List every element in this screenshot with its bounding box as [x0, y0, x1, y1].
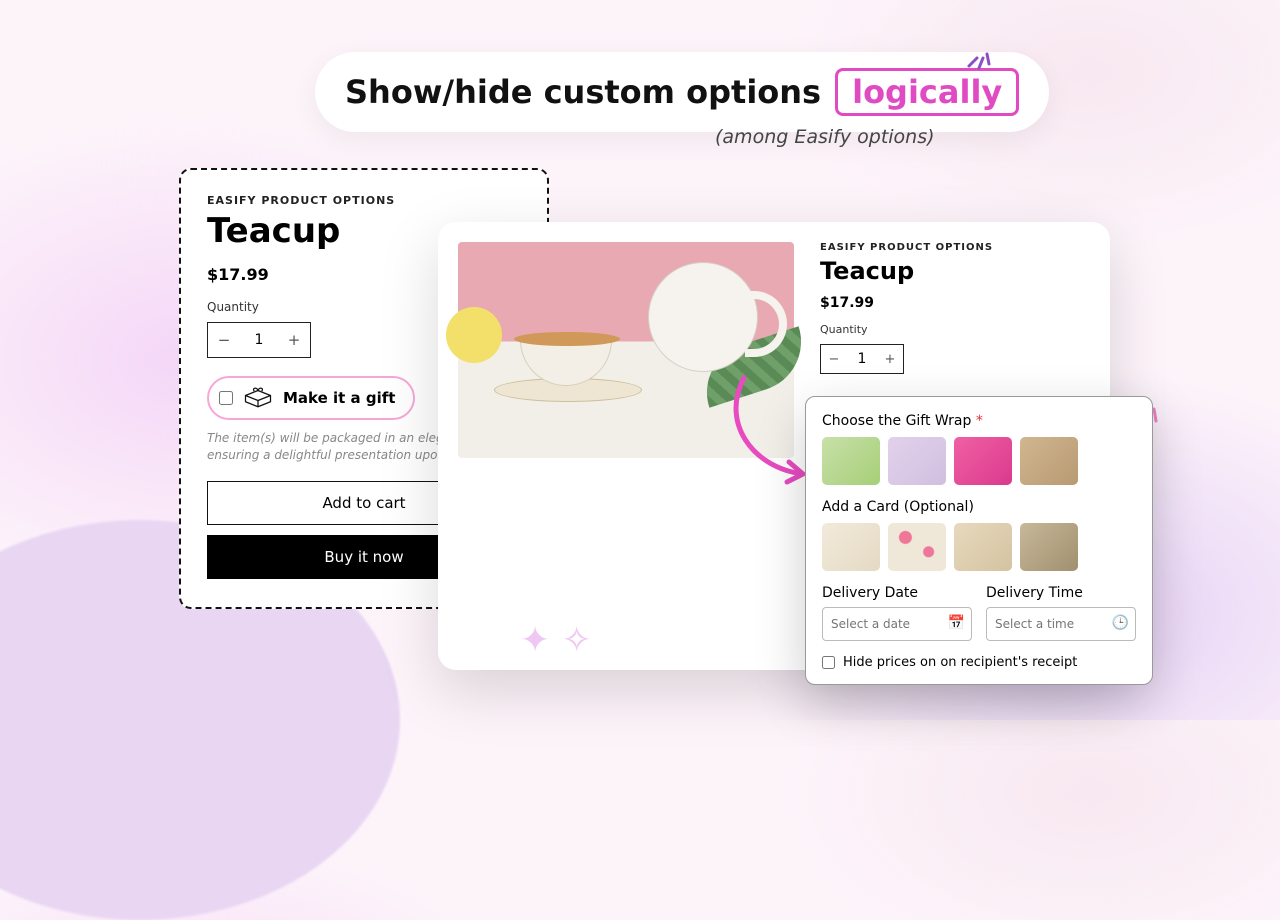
card-thumbs	[822, 523, 1136, 571]
eyebrow: EASIFY PRODUCT OPTIONS	[207, 194, 521, 207]
qty-increase-button[interactable]: +	[877, 345, 903, 373]
card-option-1[interactable]	[822, 523, 880, 571]
headline-pill: Show/hide custom options logically	[315, 52, 1049, 132]
qty-value: 1	[847, 345, 877, 373]
headline-text: Show/hide custom options	[345, 73, 821, 111]
card-option-4[interactable]	[1020, 523, 1078, 571]
gift-options-popover: Choose the Gift Wrap * Add a Card (Optio…	[805, 396, 1153, 685]
qty-decrease-button[interactable]: −	[208, 323, 240, 357]
wrap-option-1[interactable]	[822, 437, 880, 485]
sparkle-icon: ✦ ✧	[520, 620, 592, 661]
make-gift-label: Make it a gift	[283, 389, 395, 407]
wrap-option-3[interactable]	[954, 437, 1012, 485]
decor-mug	[648, 262, 758, 372]
card-option-3[interactable]	[954, 523, 1012, 571]
calendar-icon: 📅	[948, 615, 965, 631]
product-title: Teacup	[820, 257, 1090, 285]
gift-wrap-label: Choose the Gift Wrap *	[822, 413, 1136, 429]
product-image	[458, 242, 794, 458]
eyebrow: EASIFY PRODUCT OPTIONS	[820, 242, 1090, 253]
clock-icon: 🕒	[1112, 615, 1129, 631]
make-gift-checkbox[interactable]	[219, 391, 233, 405]
decor-lemon	[446, 307, 502, 363]
quantity-stepper[interactable]: − 1 +	[820, 344, 904, 374]
gift-wrap-thumbs	[822, 437, 1136, 485]
quantity-label: Quantity	[820, 323, 1090, 336]
hide-prices-label: Hide prices on on recipient's receipt	[843, 655, 1077, 670]
hide-prices-checkbox[interactable]	[822, 656, 835, 669]
quantity-stepper[interactable]: − 1 +	[207, 322, 311, 358]
add-card-label: Add a Card (Optional)	[822, 499, 1136, 515]
qty-decrease-button[interactable]: −	[821, 345, 847, 373]
delivery-date-label: Delivery Date	[822, 585, 972, 601]
headline-subtext: (among Easify options)	[715, 126, 935, 148]
make-gift-option[interactable]: Make it a gift	[207, 376, 415, 420]
delivery-time-label: Delivery Time	[986, 585, 1136, 601]
qty-value: 1	[240, 323, 278, 357]
gift-box-icon	[243, 386, 273, 410]
wrap-option-4[interactable]	[1020, 437, 1078, 485]
product-price: $17.99	[820, 295, 1090, 311]
headline-highlight: logically	[835, 68, 1019, 116]
accent-lines-icon	[965, 42, 995, 72]
card-option-2[interactable]	[888, 523, 946, 571]
qty-increase-button[interactable]: +	[278, 323, 310, 357]
hide-prices-row[interactable]: Hide prices on on recipient's receipt	[822, 655, 1136, 670]
required-asterisk: *	[976, 413, 983, 429]
wrap-option-2[interactable]	[888, 437, 946, 485]
